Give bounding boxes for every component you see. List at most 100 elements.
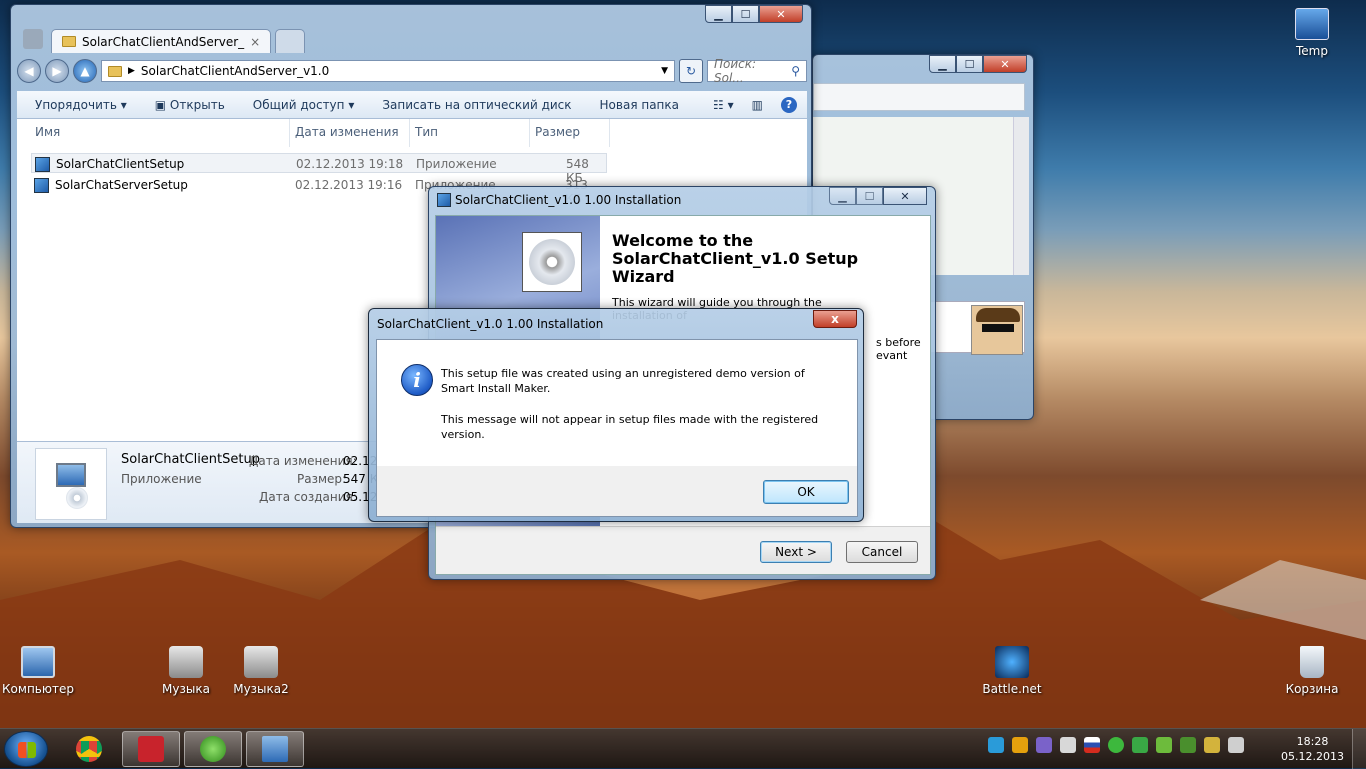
up-button[interactable]: ▲: [73, 59, 97, 83]
minimize-button[interactable]: ▁: [705, 5, 732, 23]
column-header-date[interactable]: Дата изменения: [295, 125, 399, 139]
organize-button[interactable]: Упорядочить ▾: [35, 98, 127, 112]
volume-icon[interactable]: [1228, 737, 1244, 753]
monitor-shape: [56, 463, 86, 487]
power-tray-icon[interactable]: [1204, 737, 1220, 753]
column-divider[interactable]: [409, 119, 410, 147]
tab-new[interactable]: [275, 29, 306, 53]
next-button[interactable]: Next >: [760, 541, 832, 563]
battlenet-tray-icon[interactable]: [988, 737, 1004, 753]
burn-button[interactable]: Записать на оптический диск: [382, 98, 571, 112]
close-button[interactable]: ✕: [883, 187, 927, 205]
maximize-button[interactable]: ☐: [956, 55, 983, 73]
user-avatar: [971, 305, 1023, 355]
vs-tray-icon[interactable]: [1036, 737, 1052, 753]
wizard-heading: Welcome to the SolarChatClient_v1.0 Setu…: [612, 231, 859, 286]
taskbar-chrome[interactable]: [60, 731, 118, 767]
new-folder-button[interactable]: Новая папка: [600, 98, 679, 112]
monitor-tray-icon[interactable]: [1012, 737, 1028, 753]
tab-close-icon[interactable]: ×: [250, 35, 260, 49]
column-divider[interactable]: [289, 119, 290, 147]
open-button[interactable]: ▣ Открыть: [155, 98, 225, 112]
clock-time: 18:28: [1296, 735, 1329, 748]
close-button[interactable]: ✕: [983, 55, 1027, 73]
taskbar-app-clover[interactable]: [184, 731, 242, 767]
tab-current-folder[interactable]: SolarChatClientAndServer_ ×: [51, 29, 272, 53]
taskbar: 18:28 05.12.2013: [0, 728, 1366, 769]
checkmark-tray-icon[interactable]: [1156, 737, 1172, 753]
dialog-message-line1: This setup file was created using an unr…: [441, 367, 805, 395]
dialog-body: i This setup file was created using an u…: [376, 339, 858, 517]
computer-icon: [21, 646, 55, 678]
cd-icon: [522, 232, 582, 292]
tools-icon: [23, 29, 43, 49]
start-button[interactable]: [4, 731, 48, 767]
wizard-caption-buttons: ▁ ☐ ✕: [829, 187, 927, 205]
tab-strip: SolarChatClientAndServer_ ×: [51, 29, 306, 55]
details-filename: SolarChatClientSetup: [121, 452, 260, 467]
maximize-button[interactable]: ☐: [856, 187, 883, 205]
language-flag-icon[interactable]: [1084, 737, 1100, 753]
search-input[interactable]: Поиск: Sol... ⚲: [707, 57, 807, 85]
back-button[interactable]: ◀: [17, 59, 41, 83]
cancel-button[interactable]: Cancel: [846, 541, 918, 563]
column-header-name[interactable]: Имя: [35, 125, 60, 139]
info-icon: i: [401, 364, 433, 396]
desktop-icon-music2[interactable]: Музыка2: [223, 646, 299, 696]
security-shield-icon[interactable]: [1132, 737, 1148, 753]
chrome-icon: [76, 736, 102, 762]
chevron-down-icon[interactable]: ▼: [661, 66, 668, 76]
network-tray-icon[interactable]: [1060, 737, 1076, 753]
recycle-bin-icon: [1300, 646, 1324, 678]
disc-shape: [66, 487, 88, 509]
breadcrumb-chevron-icon[interactable]: ▶: [128, 66, 135, 76]
desktop-icon-battlenet[interactable]: Battle.net: [974, 646, 1050, 696]
search-icon[interactable]: ⚲: [791, 64, 800, 78]
icq-tray-icon[interactable]: [1108, 737, 1124, 753]
column-header-size[interactable]: Размер: [535, 125, 580, 139]
chat-toolbar: [813, 83, 1025, 111]
close-button[interactable]: ✕: [759, 5, 803, 23]
view-options-icon[interactable]: ☷ ▾: [713, 98, 734, 112]
system-clock[interactable]: 18:28 05.12.2013: [1281, 734, 1344, 764]
navigation-bar: ◀ ▶ ▲ ▶ SolarChatClientAndServer_v1.0 ▼ …: [17, 57, 807, 85]
desktop-icon-computer[interactable]: Компьютер: [0, 646, 76, 696]
help-icon[interactable]: ?: [781, 96, 797, 113]
maximize-button[interactable]: ☐: [732, 5, 759, 23]
battlenet-icon: [995, 646, 1029, 678]
chat-scrollbar[interactable]: [1013, 117, 1029, 275]
desktop-icon-temp[interactable]: Temp: [1274, 8, 1350, 58]
address-text: SolarChatClientAndServer_v1.0: [140, 64, 330, 78]
clover-icon: [200, 736, 226, 762]
system-tray: [988, 737, 1244, 753]
preview-pane-icon[interactable]: ▥: [752, 98, 763, 112]
windows-logo-icon: [18, 742, 36, 758]
taskbar-installer[interactable]: [246, 731, 304, 767]
folder-shortcut-icon: [1295, 8, 1329, 40]
message-dialog[interactable]: SolarChatClient_v1.0 1.00 Installation x…: [368, 308, 864, 522]
column-divider[interactable]: [609, 119, 610, 147]
desktop-icon-recycle-bin[interactable]: Корзина: [1274, 646, 1350, 696]
avatar-hair: [976, 308, 1020, 322]
file-row[interactable]: SolarChatClientSetup 02.12.2013 19:18 Пр…: [31, 153, 607, 185]
installer-icon: [437, 193, 451, 207]
minimize-button[interactable]: ▁: [829, 187, 856, 205]
share-button[interactable]: Общий доступ ▾: [253, 98, 355, 112]
wizard-button-bar: Next > Cancel: [436, 526, 930, 574]
chat-window-caption-buttons: ▁ ☐ ✕: [929, 55, 1027, 73]
refresh-button[interactable]: ↻: [679, 59, 703, 83]
speaker-icon: [244, 646, 278, 678]
minimize-button[interactable]: ▁: [929, 55, 956, 73]
dialog-message-line2: This message will not appear in setup fi…: [441, 413, 819, 441]
forward-button[interactable]: ▶: [45, 59, 69, 83]
sync-tray-icon[interactable]: [1180, 737, 1196, 753]
column-divider[interactable]: [529, 119, 530, 147]
column-header-type[interactable]: Тип: [415, 125, 438, 139]
address-bar[interactable]: ▶ SolarChatClientAndServer_v1.0 ▼: [101, 60, 675, 82]
show-desktop-button[interactable]: [1352, 729, 1366, 769]
taskbar-app-rq[interactable]: [122, 731, 180, 767]
close-button[interactable]: x: [813, 310, 857, 328]
installer-icon: [34, 178, 49, 193]
desktop-icon-music[interactable]: Музыка: [148, 646, 224, 696]
ok-button[interactable]: OK: [763, 480, 849, 504]
